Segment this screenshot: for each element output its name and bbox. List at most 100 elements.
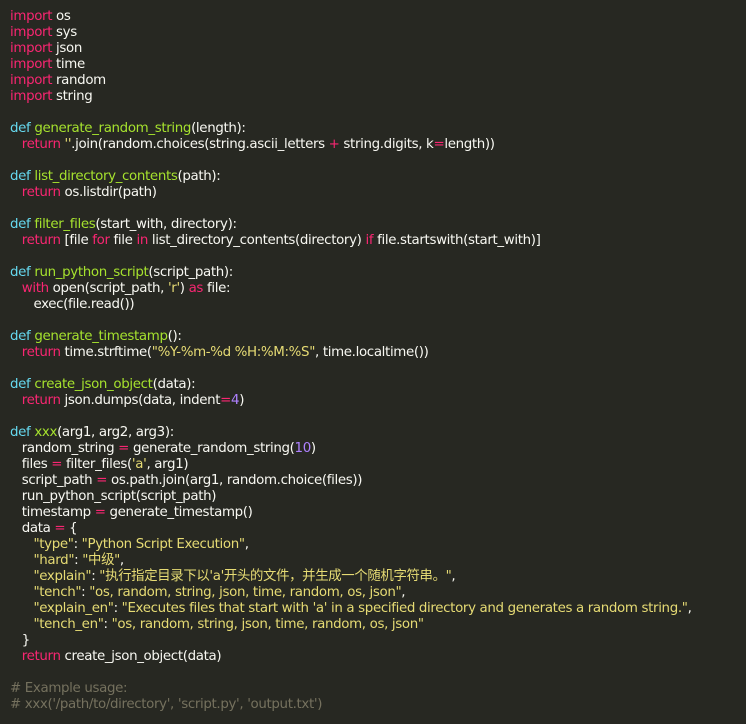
code-line: import time xyxy=(10,57,746,73)
code-line: import json xyxy=(10,41,746,57)
code-text-token: filter_files( xyxy=(62,457,132,472)
code-line: "tench_en": "os, random, string, json, t… xyxy=(10,617,746,633)
code-text-token: generate_timestamp() xyxy=(105,505,253,520)
code-line: # Example usage: xyxy=(10,681,746,697)
code-line: import string xyxy=(10,89,746,105)
keyword-token: with xyxy=(21,281,49,296)
operator-token: = xyxy=(51,457,63,472)
code-text-token: (start_with, directory): xyxy=(95,217,237,232)
def-keyword-token: def xyxy=(10,377,31,392)
keyword-token: return xyxy=(21,345,61,360)
code-text-token: ) xyxy=(239,393,245,408)
code-text-token: file.startswith(start_with)] xyxy=(373,233,541,248)
code-text-token: , arg1) xyxy=(146,457,189,472)
code-text-token: file xyxy=(109,233,137,248)
code-text-token: script_path xyxy=(10,473,97,488)
code-line: return create_json_object(data) xyxy=(10,649,746,665)
function-name-token: create_json_object xyxy=(34,377,153,392)
code-text-token: , time.localtime()) xyxy=(315,345,429,360)
code-text-token: timestamp xyxy=(10,505,95,520)
keyword-token: import xyxy=(10,25,53,40)
string-literal-token: "Executes files that start with 'a' in a… xyxy=(121,601,688,616)
string-literal-token: "explain_en" xyxy=(33,601,114,616)
def-keyword-token: def xyxy=(10,169,31,184)
code-text-token: , xyxy=(244,537,249,552)
def-keyword-token: def xyxy=(10,329,31,344)
string-literal-token: 'r' xyxy=(167,281,180,296)
code-text-token: os.listdir(path) xyxy=(60,185,157,200)
code-editor[interactable]: import os import sys import json import tim… xyxy=(0,0,746,724)
code-line: "tench": "os, random, string, json, time… xyxy=(10,585,746,601)
code-line: def list_directory_contents(path): xyxy=(10,169,746,185)
code-text-token: files xyxy=(10,457,52,472)
code-line: "explain": "执行指定目录下以'a'开头的文件，并生成一个随机字符串。… xyxy=(10,569,746,585)
code-line: } xyxy=(10,633,746,649)
def-keyword-token: def xyxy=(10,265,31,280)
code-line: def filter_files(start_with, directory): xyxy=(10,217,746,233)
string-literal-token: "explain" xyxy=(33,569,92,584)
string-literal-token: "%Y-%m-%d %H:%M:%S" xyxy=(151,345,316,360)
code-line: def generate_random_string(length): xyxy=(10,121,746,137)
string-literal-token: "执行指定目录下以'a'开头的文件，并生成一个随机字符串。" xyxy=(99,569,452,584)
string-literal-token: "hard" xyxy=(33,553,75,568)
code-text-token: , xyxy=(401,585,406,600)
def-keyword-token: def xyxy=(10,217,31,232)
operator-token: = xyxy=(96,473,108,488)
code-text-token: (arg1, arg2, arg3): xyxy=(57,425,174,440)
code-text-token: time.strftime( xyxy=(60,345,152,360)
code-line: timestamp = generate_timestamp() xyxy=(10,505,746,521)
keyword-token: return xyxy=(21,185,61,200)
keyword-token: return xyxy=(21,393,61,408)
code-line: return os.listdir(path) xyxy=(10,185,746,201)
code-text-token: , xyxy=(119,553,124,568)
code-text-token: : xyxy=(74,553,83,568)
code-line: run_python_script(script_path) xyxy=(10,489,746,505)
code-text-token: list_directory_contents(directory) xyxy=(147,233,366,248)
code-text-token: open(script_path, xyxy=(48,281,168,296)
code-text-token: json.dumps(data, indent xyxy=(60,393,221,408)
keyword-token: import xyxy=(10,57,53,72)
code-text-token: ) xyxy=(310,441,316,456)
code-line: script_path = os.path.join(arg1, random.… xyxy=(10,473,746,489)
code-text-token: (length): xyxy=(191,121,246,136)
code-text-token: , xyxy=(451,569,456,584)
code-text-token: length)) xyxy=(444,137,495,152)
code-line: import sys xyxy=(10,25,746,41)
number-literal-token: 4 xyxy=(231,393,240,408)
string-literal-token: "tench_en" xyxy=(33,617,104,632)
string-literal-token: "Python Script Execution" xyxy=(81,537,245,552)
code-text-token: time xyxy=(52,57,85,72)
code-line: import os xyxy=(10,9,746,25)
code-text-token: (data): xyxy=(152,377,196,392)
code-text-token: , xyxy=(687,601,692,616)
operator-token: = xyxy=(118,441,130,456)
function-name-token: filter_files xyxy=(34,217,96,232)
comment-token: # xxx('/path/to/directory', 'script.py',… xyxy=(10,697,323,712)
code-line: return time.strftime("%Y-%m-%d %H:%M:%S"… xyxy=(10,345,746,361)
code-text-token: random_string xyxy=(10,441,119,456)
keyword-token: as xyxy=(188,281,204,296)
string-literal-token: "中级" xyxy=(82,553,120,568)
code-text-token: sys xyxy=(52,25,77,40)
code-text-token: exec(file.read()) xyxy=(10,297,135,312)
code-text-token: ) xyxy=(179,281,189,296)
code-text-token: } xyxy=(10,633,31,648)
function-name-token: list_directory_contents xyxy=(34,169,178,184)
operator-token: = xyxy=(94,505,106,520)
string-literal-token: "os, random, string, json, time, random,… xyxy=(111,617,424,632)
code-text-token: string.digits, k xyxy=(339,137,434,152)
code-text-token: .join(random.choices(string.ascii_letter… xyxy=(71,137,329,152)
